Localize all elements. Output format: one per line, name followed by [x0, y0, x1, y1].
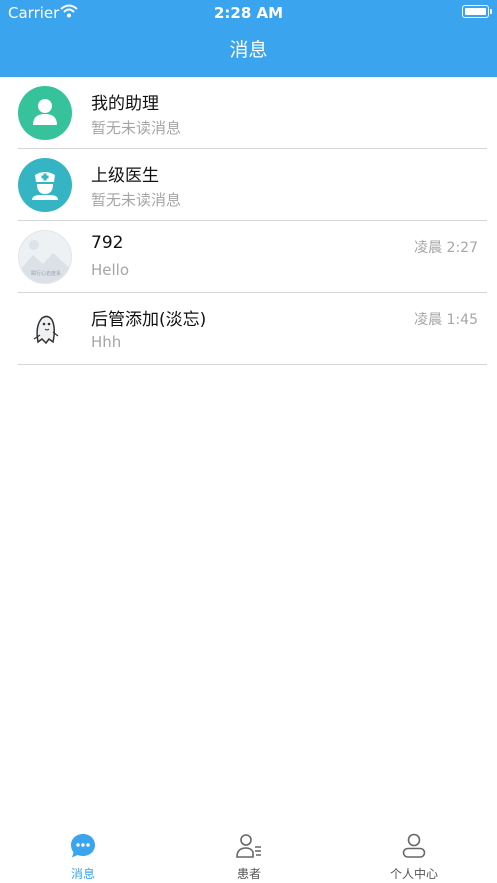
conversation-preview: Hello — [91, 261, 130, 279]
ghost-sketch-avatar — [18, 302, 72, 356]
tab-label: 个人中心 — [389, 867, 438, 881]
nurse-icon — [32, 172, 58, 200]
tab-label: 患者 — [236, 867, 261, 881]
avatar-caption: 瞬行心岩度系 — [31, 270, 61, 277]
landscape-image: 瞬行心岩度系 — [19, 240, 71, 283]
conversation-row-doctor[interactable]: 上级医生 暂无未读消息 — [18, 149, 487, 221]
tab-bar: 消息 患者 个人中心 — [0, 825, 497, 883]
page-title: 消息 — [229, 39, 268, 61]
status-time: 2:28 AM — [213, 4, 284, 22]
profile-icon — [402, 833, 426, 858]
battery-icon — [462, 5, 492, 18]
person-icon — [33, 99, 57, 125]
conversation-time: 凌晨 1:45 — [414, 312, 478, 328]
status-bar: Carrier 2:28 AM — [0, 0, 497, 24]
conversation-row-assistant[interactable]: 我的助理 暂无未读消息 — [18, 77, 487, 149]
conversation-list: 我的助理 暂无未读消息 上级医生 暂无未读消息 瞬行心岩度系 792 Hello… — [18, 77, 487, 365]
conversation-row-792[interactable]: 瞬行心岩度系 792 Hello 凌晨 2:27 — [18, 221, 487, 293]
landscape-placeholder-avatar: 瞬行心岩度系 — [18, 230, 72, 284]
doctor-avatar — [18, 158, 72, 212]
patient-list-icon — [236, 834, 261, 858]
conversation-name: 792 — [91, 233, 124, 253]
conversation-time: 凌晨 2:27 — [414, 240, 478, 256]
assistant-avatar — [18, 86, 72, 140]
nav-bar: 消息 — [0, 24, 497, 77]
tab-messages[interactable]: 消息 — [0, 825, 166, 883]
conversation-row-houguan[interactable]: 后管添加(淡忘) Hhh 凌晨 1:45 — [18, 293, 487, 365]
chat-bubble-icon — [71, 834, 95, 858]
conversation-preview: 暂无未读消息 — [91, 191, 182, 209]
conversation-name: 后管添加(淡忘) — [91, 310, 207, 330]
ghost-sketch-image — [33, 315, 59, 345]
conversation-preview: 暂无未读消息 — [91, 119, 182, 137]
conversation-name: 上级医生 — [91, 166, 159, 186]
conversation-name: 我的助理 — [91, 94, 159, 114]
conversation-preview: Hhh — [91, 333, 122, 351]
tab-profile[interactable]: 个人中心 — [331, 825, 497, 883]
tab-patients[interactable]: 患者 — [166, 825, 332, 883]
tab-label: 消息 — [70, 867, 95, 881]
